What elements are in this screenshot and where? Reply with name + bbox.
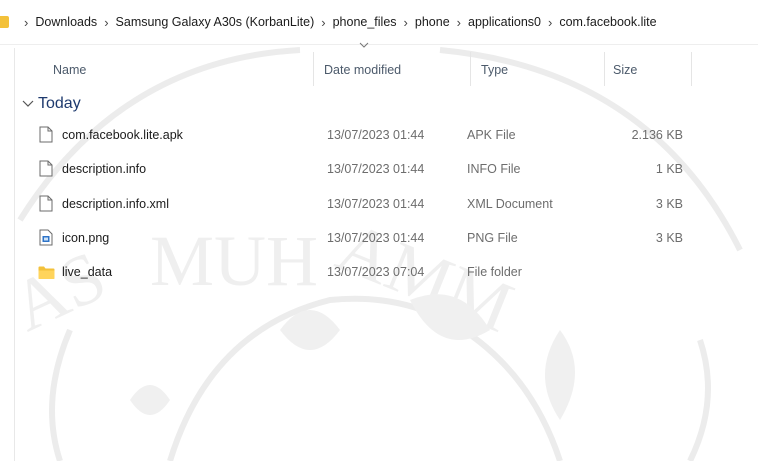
column-header-type[interactable]: Type — [481, 48, 508, 90]
group-label: Today — [38, 95, 81, 112]
file-name: description.info — [62, 162, 147, 176]
file-type: PNG File — [467, 231, 518, 245]
file-name: icon.png — [62, 231, 110, 245]
sort-caret-icon — [359, 42, 369, 48]
column-divider[interactable] — [470, 52, 471, 86]
chevron-down-icon[interactable] — [22, 100, 34, 108]
file-size: 3 KB — [655, 197, 683, 211]
file-date: 13/07/2023 01:44 — [327, 231, 425, 245]
file-row[interactable]: description.info 13/07/2023 01:44 INFO F… — [15, 152, 758, 186]
breadcrumb: › Downloads › Samsung Galaxy A30s (Korba… — [0, 0, 758, 44]
chevron-right-icon: › — [24, 14, 29, 30]
chevron-right-icon[interactable]: › — [321, 15, 325, 30]
breadcrumb-item-current[interactable]: com.facebook.lite — [559, 15, 656, 29]
file-row[interactable]: icon.png 13/07/2023 01:44 PNG File 3 KB — [15, 221, 758, 255]
file-date: 13/07/2023 01:44 — [327, 128, 425, 142]
divider — [0, 44, 758, 45]
file-date: 13/07/2023 01:44 — [327, 162, 425, 176]
column-divider[interactable] — [604, 52, 605, 86]
file-type: File folder — [467, 265, 522, 279]
file-row[interactable]: live_data 13/07/2023 07:04 File folder — [15, 255, 758, 289]
file-type: INFO File — [467, 162, 521, 176]
column-header-row: Name Date modified Type Size — [15, 42, 758, 90]
folder-icon — [38, 266, 55, 279]
column-header-name[interactable]: Name — [53, 48, 86, 90]
file-type: APK File — [467, 128, 516, 142]
breadcrumb-item-downloads[interactable]: Downloads — [35, 15, 97, 29]
file-size: 2.136 KB — [631, 128, 683, 142]
document-icon — [39, 160, 53, 177]
file-row[interactable]: description.info.xml 13/07/2023 01:44 XM… — [15, 187, 758, 221]
breadcrumb-item-device[interactable]: Samsung Galaxy A30s (KorbanLite) — [116, 15, 315, 29]
breadcrumb-item-applications0[interactable]: applications0 — [468, 15, 541, 29]
image-file-icon — [39, 229, 53, 246]
file-date: 13/07/2023 07:04 — [327, 265, 425, 279]
file-type: XML Document — [467, 197, 553, 211]
file-name: live_data — [62, 265, 113, 279]
column-header-date[interactable]: Date modified — [324, 48, 401, 90]
file-date: 13/07/2023 01:44 — [327, 197, 425, 211]
chevron-right-icon[interactable]: › — [104, 15, 108, 30]
column-header-size[interactable]: Size — [613, 48, 637, 90]
column-divider[interactable] — [313, 52, 314, 86]
document-icon — [39, 126, 53, 143]
document-icon — [39, 195, 53, 212]
folder-icon — [0, 16, 9, 28]
group-header-today[interactable]: Today — [22, 92, 81, 116]
column-divider[interactable] — [691, 52, 692, 86]
file-row[interactable]: com.facebook.lite.apk 13/07/2023 01:44 A… — [15, 118, 758, 152]
file-name: com.facebook.lite.apk — [62, 128, 183, 142]
file-name: description.info.xml — [62, 197, 169, 211]
chevron-right-icon[interactable]: › — [457, 15, 461, 30]
breadcrumb-item-phone[interactable]: phone — [415, 15, 450, 29]
chevron-right-icon[interactable]: › — [404, 15, 408, 30]
breadcrumb-item-phone-files[interactable]: phone_files — [333, 15, 397, 29]
file-size: 1 KB — [655, 162, 683, 176]
chevron-right-icon[interactable]: › — [548, 15, 552, 30]
file-size: 3 KB — [655, 231, 683, 245]
